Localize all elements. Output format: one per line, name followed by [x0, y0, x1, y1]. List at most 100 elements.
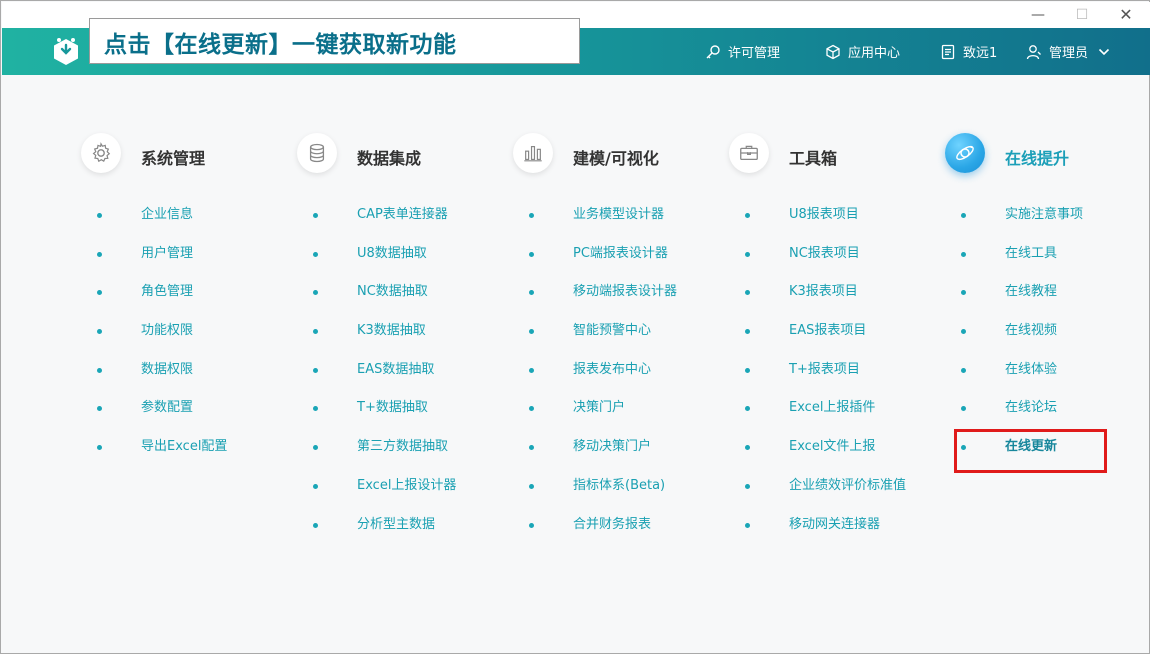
- menu-item[interactable]: 参数配置: [81, 400, 297, 439]
- category-title: 建模/可视化: [573, 149, 659, 168]
- category-icon-circle: [945, 133, 985, 173]
- menu-item[interactable]: 企业信息: [81, 207, 297, 246]
- menu-item-label: NC报表项目: [789, 245, 860, 261]
- category-icon-circle: [513, 133, 553, 173]
- menu-item-label: 数据权限: [141, 361, 194, 377]
- app-logo-icon: [54, 38, 78, 65]
- menu-list: 业务模型设计器 PC端报表设计器 移动端报表设计器 智能预警中心 报表发布中心 …: [513, 207, 729, 555]
- menu-item-label: EAS报表项目: [789, 323, 867, 339]
- promo-banner-text: 点击【在线更新】一键获取新功能: [104, 32, 457, 58]
- bullet-dot: [529, 367, 534, 373]
- bullet-dot: [745, 290, 750, 296]
- menu-item[interactable]: 智能预警中心: [513, 323, 729, 362]
- menu-item[interactable]: 业务模型设计器: [513, 207, 729, 246]
- menu-item-label: 功能权限: [141, 323, 194, 339]
- category-icon-circle: [729, 133, 769, 173]
- bullet-dot: [745, 213, 750, 218]
- rocket-icon: [956, 145, 974, 161]
- menu-item[interactable]: 分析型主数据: [297, 517, 513, 556]
- promo-banner: 点击【在线更新】一键获取新功能: [89, 18, 580, 64]
- menu-item[interactable]: 移动决策门户: [513, 439, 729, 478]
- category-header[interactable]: 数据集成: [297, 131, 513, 177]
- category-header[interactable]: 在线提升: [945, 131, 1150, 177]
- bullet-dot: [961, 290, 966, 296]
- menu-item-label: T+报表项目: [789, 361, 860, 377]
- bullet-dot: [97, 251, 102, 257]
- bullet-dot: [745, 251, 750, 257]
- menu-item[interactable]: 角色管理: [81, 284, 297, 323]
- category-title: 在线提升: [1005, 149, 1070, 168]
- category-header[interactable]: 系统管理: [81, 131, 297, 177]
- bullet-dot: [97, 329, 102, 335]
- tenant-label: 致远1: [963, 46, 998, 61]
- menu-item[interactable]: 决策门户: [513, 400, 729, 439]
- menu-item[interactable]: 在线工具: [945, 246, 1150, 285]
- menu-item[interactable]: EAS报表项目: [729, 323, 945, 362]
- menu-item[interactable]: 移动端报表设计器: [513, 284, 729, 323]
- bullet-dot: [313, 329, 318, 335]
- user-icon: [1026, 44, 1041, 59]
- menu-list: U8报表项目 NC报表项目 K3报表项目 EAS报表项目 T+报表项目 Exce…: [729, 207, 945, 555]
- menu-item[interactable]: T+报表项目: [729, 362, 945, 401]
- menu-item[interactable]: 第三方数据抽取: [297, 439, 513, 478]
- menu-item[interactable]: 用户管理: [81, 246, 297, 285]
- category-header[interactable]: 工具箱: [729, 131, 945, 177]
- menu-item[interactable]: Excel上报插件: [729, 400, 945, 439]
- bullet-dot: [97, 290, 102, 296]
- menu-item[interactable]: 指标体系(Beta): [513, 478, 729, 517]
- menu-item[interactable]: EAS数据抽取: [297, 362, 513, 401]
- bullet-dot: [313, 213, 318, 218]
- bullet-dot: [529, 522, 534, 528]
- menu-item-label: K3数据抽取: [357, 323, 426, 339]
- bullet-dot: [529, 251, 534, 257]
- menu-item[interactable]: K3报表项目: [729, 284, 945, 323]
- menu-item[interactable]: 企业绩效评价标准值: [729, 478, 945, 517]
- menu-item-label: 在线工具: [1005, 245, 1058, 261]
- bullet-dot: [529, 445, 534, 451]
- highlight-box: [954, 429, 1107, 473]
- close-button[interactable]: ✕: [1108, 4, 1144, 26]
- menu-item[interactable]: 报表发布中心: [513, 362, 729, 401]
- database-icon: [309, 143, 325, 163]
- menu-item[interactable]: 移动网关连接器: [729, 517, 945, 556]
- license-management-label: 许可管理: [728, 46, 781, 61]
- menu-item[interactable]: T+数据抽取: [297, 400, 513, 439]
- menu-item[interactable]: 功能权限: [81, 323, 297, 362]
- menu-item[interactable]: NC报表项目: [729, 246, 945, 285]
- menu-item[interactable]: Excel文件上报: [729, 439, 945, 478]
- menu-item[interactable]: PC端报表设计器: [513, 246, 729, 285]
- bullet-dot: [529, 483, 534, 489]
- menu-item[interactable]: K3数据抽取: [297, 323, 513, 362]
- user-menu[interactable]: 管理员: [1026, 28, 1117, 75]
- app-window: — ☐ ✕ 许可管理 应用中心 致远1 管理员 点击【在线更新】一键获取新功能 …: [0, 0, 1150, 654]
- menu-item-label: 合并财务报表: [573, 516, 652, 532]
- tenant-switch[interactable]: 致远1: [940, 28, 997, 75]
- menu-item[interactable]: 导出Excel配置: [81, 439, 297, 478]
- license-management-link[interactable]: 许可管理: [705, 28, 780, 75]
- menu-item-label: 移动网关连接器: [789, 516, 881, 532]
- bullet-dot: [313, 251, 318, 257]
- menu-item[interactable]: Excel上报设计器: [297, 478, 513, 517]
- menu-item[interactable]: 在线教程: [945, 284, 1150, 323]
- menu-item[interactable]: CAP表单连接器: [297, 207, 513, 246]
- bullet-dot: [745, 367, 750, 373]
- category-header[interactable]: 建模/可视化: [513, 131, 729, 177]
- bullet-dot: [529, 329, 534, 335]
- bullet-dot: [961, 367, 966, 373]
- menu-list: 企业信息 用户管理 角色管理 功能权限 数据权限 参数配置 导出Excel配置: [81, 207, 297, 478]
- menu-item-label: 分析型主数据: [357, 516, 436, 532]
- bullet-dot: [961, 329, 966, 335]
- menu-item[interactable]: U8数据抽取: [297, 246, 513, 285]
- menu-item[interactable]: 合并财务报表: [513, 517, 729, 556]
- app-center-link[interactable]: 应用中心: [825, 28, 900, 75]
- menu-item[interactable]: 实施注意事项: [945, 207, 1150, 246]
- category-title: 工具箱: [789, 149, 838, 168]
- bullet-dot: [961, 406, 966, 412]
- menu-item[interactable]: U8报表项目: [729, 207, 945, 246]
- menu-item[interactable]: 在线视频: [945, 323, 1150, 362]
- menu-item[interactable]: 数据权限: [81, 362, 297, 401]
- maximize-button[interactable]: ☐: [1064, 4, 1100, 26]
- menu-item[interactable]: 在线体验: [945, 362, 1150, 401]
- menu-item[interactable]: NC数据抽取: [297, 284, 513, 323]
- minimize-button[interactable]: —: [1020, 4, 1056, 26]
